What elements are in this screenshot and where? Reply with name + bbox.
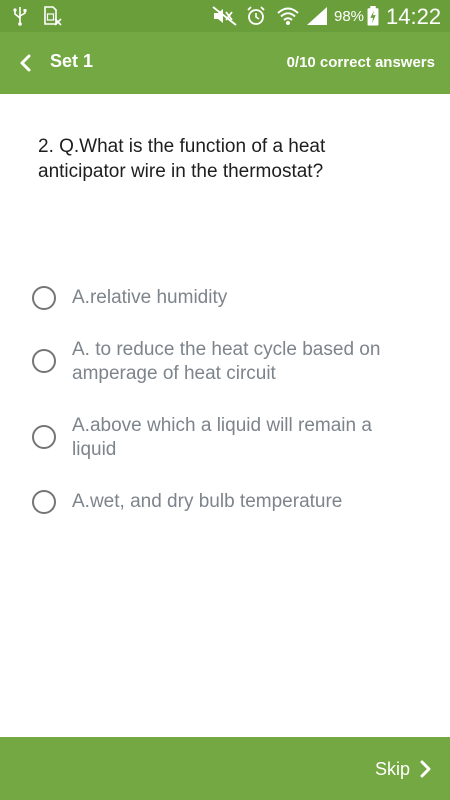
score-counter: 0/10 correct answers <box>286 54 435 71</box>
answer-option[interactable]: A.above which a liquid will remain a liq… <box>32 414 422 466</box>
bottom-bar: Skip <box>0 737 450 800</box>
page-title: Set 1 <box>50 51 94 71</box>
radio-button[interactable] <box>32 349 56 373</box>
answer-option-label: A.wet, and dry bulb temperature <box>72 491 343 512</box>
signal-icon <box>307 7 327 25</box>
mute-icon <box>212 6 237 26</box>
status-bar: 98% 14:22 <box>0 0 450 32</box>
usb-icon <box>13 7 27 26</box>
answer-option[interactable]: A.wet, and dry bulb temperature <box>32 489 422 517</box>
battery-percentage: 98% <box>334 8 365 25</box>
back-button[interactable] <box>12 48 42 78</box>
radio-button[interactable] <box>32 286 56 310</box>
answer-option-label: A. to reduce the heat cycle based on amp… <box>72 339 381 384</box>
chevron-right-icon <box>420 760 431 778</box>
quiz-screen: 98% 14:22 Set 1 0/10 correct answers 2. … <box>0 0 450 800</box>
radio-button[interactable] <box>32 490 56 514</box>
answer-option-label: A.relative humidity <box>72 287 228 308</box>
app-bar: Set 1 0/10 correct answers <box>0 32 450 94</box>
alarm-icon <box>247 6 265 25</box>
answer-option[interactable]: A.relative humidity <box>32 285 422 313</box>
status-clock: 14:22 <box>386 4 442 29</box>
question-text: 2. Q.What is the function of a heat anti… <box>38 136 326 182</box>
chevron-left-icon <box>20 54 31 72</box>
wifi-icon <box>277 7 299 25</box>
radio-button[interactable] <box>32 425 56 449</box>
skip-label: Skip <box>374 759 410 779</box>
skip-button[interactable]: Skip <box>356 757 436 781</box>
answer-option-label: A.above which a liquid will remain a liq… <box>72 415 372 460</box>
answer-option[interactable]: A. to reduce the heat cycle based on amp… <box>32 338 422 390</box>
battery-charging-icon <box>367 6 379 26</box>
sim-card-icon <box>44 6 62 26</box>
